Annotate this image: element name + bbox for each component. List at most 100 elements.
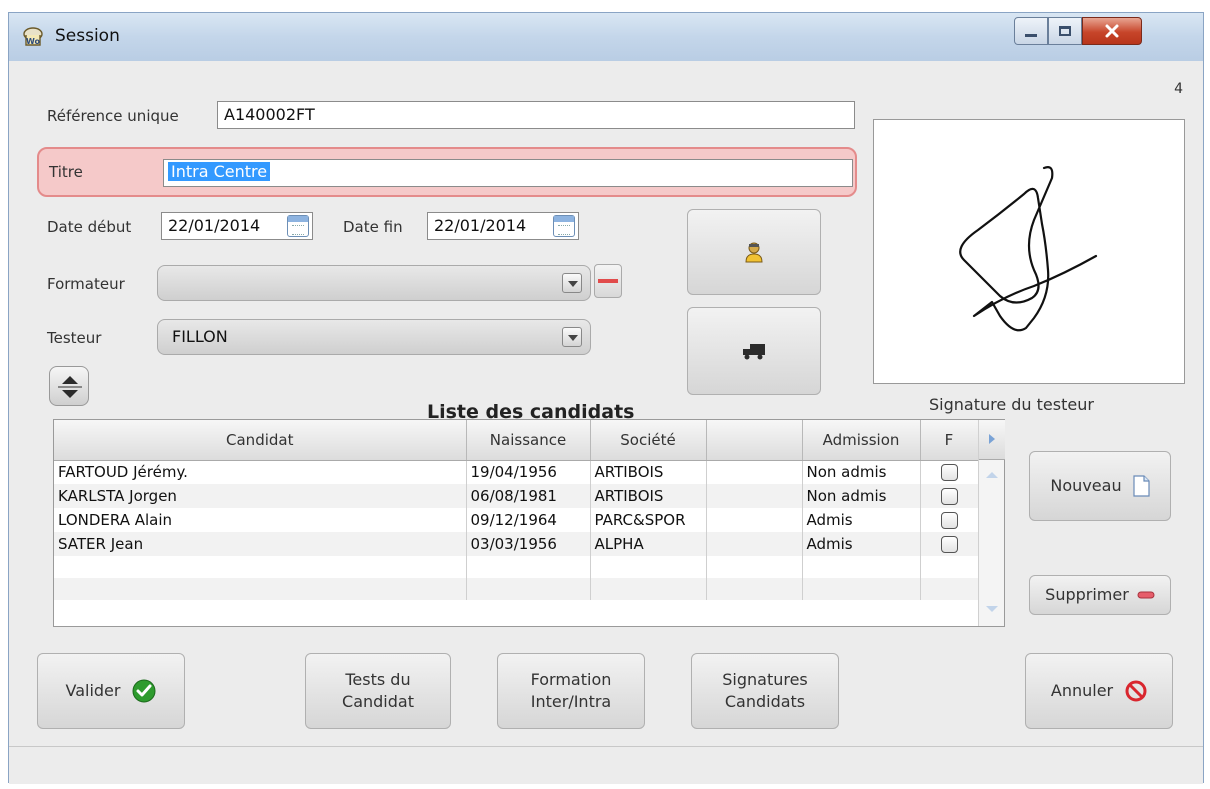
testeur-select[interactable]: FILLON [157,319,591,355]
date-fin-input[interactable]: 22/01/2014 [427,212,579,240]
person-button[interactable] [687,209,821,295]
signature-label: Signature du testeur [929,395,1094,414]
document-icon [1132,475,1150,497]
titre-label: Titre [49,163,83,181]
close-icon [1105,24,1119,38]
cell-f [920,508,979,532]
date-debut-label: Date début [47,218,132,236]
table-row[interactable]: KARLSTA Jorgen 06/08/1981 ARTIBOIS Non a… [54,484,979,508]
table-row-empty[interactable] [54,556,979,578]
tests-candidat-label-2: Candidat [342,692,414,711]
cell-naissance: 19/04/1956 [466,460,591,484]
cell-naissance: 06/08/1981 [466,484,591,508]
chevron-down-icon[interactable] [562,327,582,347]
maximize-button[interactable] [1048,17,1082,45]
record-counter: 4 [1174,81,1183,97]
column-header-naissance[interactable]: Naissance [466,420,591,461]
cell-societe: PARC&SPOR [590,508,707,532]
signatures-candidats-button[interactable]: Signatures Candidats [691,653,839,729]
tests-candidat-label-1: Tests du [345,670,411,690]
cell-naissance: 09/12/1964 [466,508,591,532]
sort-updown-icon [58,376,82,398]
check-icon [132,679,156,703]
cell-extra [706,460,803,484]
formateur-select[interactable] [157,265,591,301]
sort-updown-button[interactable] [49,366,89,406]
cell-admission: Admis [802,508,921,532]
minimize-icon [1025,33,1037,37]
cell-f [920,484,979,508]
f-checkbox[interactable] [940,488,958,505]
calendar-icon[interactable] [287,215,309,237]
date-fin-value: 22/01/2014 [434,216,527,235]
titre-selected-text: Intra Centre [168,162,271,181]
cell-f [920,460,979,484]
title-bar: Wo Session [9,13,1203,61]
formation-label-1: Formation [530,670,612,690]
table-row[interactable]: FARTOUD Jérémy. 19/04/1956 ARTIBOIS Non … [54,460,979,484]
ref-input[interactable]: A140002FT [217,101,855,129]
truck-icon [743,344,765,360]
session-app-icon: Wo [23,27,43,46]
cell-candidat: SATER Jean [54,532,467,556]
signature-canvas[interactable] [873,119,1185,384]
table-header-row: Candidat Naissance Société Admission F [54,420,979,461]
column-header-empty[interactable] [706,420,803,461]
nouveau-label: Nouveau [1050,476,1122,496]
cell-extra [706,484,803,508]
f-checkbox[interactable] [940,512,958,529]
annuler-button[interactable]: Annuler [1025,653,1173,729]
column-header-societe[interactable]: Société [590,420,707,461]
cell-extra [706,532,803,556]
cell-extra [706,508,803,532]
scroll-down-icon[interactable] [986,606,998,612]
tests-candidat-button[interactable]: Tests du Candidat [305,653,451,729]
cell-admission: Non admis [802,484,921,508]
form-area: 4 Référence unique A140002FT Titre Intra… [9,61,1203,784]
scroll-up-icon[interactable] [986,472,998,478]
status-bar [9,746,1203,784]
cell-f [920,532,979,556]
formation-button[interactable]: Formation Inter/Intra [497,653,645,729]
truck-button[interactable] [687,307,821,395]
signature-drawing [959,166,1098,332]
titre-input[interactable]: Intra Centre [163,159,853,187]
table-row[interactable]: LONDERA Alain 09/12/1964 PARC&SPOR Admis [54,508,979,532]
session-window: Wo Session 4 Référence unique A140002FT … [8,12,1204,784]
table-scrollbar[interactable] [978,420,1005,626]
table-row[interactable]: SATER Jean 03/03/1956 ALPHA Admis [54,532,979,556]
signatures-label-2: Candidats [724,692,806,711]
column-menu-icon[interactable] [979,420,1005,460]
close-button[interactable] [1082,17,1142,45]
table-row-empty[interactable] [54,578,979,600]
valider-button[interactable]: Valider [37,653,185,729]
candidates-table[interactable]: Candidat Naissance Société Admission F F… [53,419,1005,627]
date-fin-label: Date fin [343,218,403,236]
annuler-label: Annuler [1050,681,1114,701]
signatures-label-1: Signatures [722,670,808,690]
no-entry-icon [1125,680,1147,702]
formateur-label: Formateur [47,275,125,293]
date-debut-value: 22/01/2014 [168,216,261,235]
cell-candidat: KARLSTA Jorgen [54,484,467,508]
date-debut-input[interactable]: 22/01/2014 [161,212,313,240]
titre-row: Titre Intra Centre [37,147,857,197]
formation-label-2: Inter/Intra [530,692,612,711]
nouveau-button[interactable]: Nouveau [1029,451,1171,521]
cell-admission: Admis [802,532,921,556]
supprimer-button[interactable]: Supprimer [1029,575,1171,615]
column-header-admission[interactable]: Admission [802,420,921,461]
chevron-down-icon[interactable] [562,273,582,293]
person-icon [745,242,763,263]
cell-candidat: FARTOUD Jérémy. [54,460,467,484]
calendar-icon[interactable] [553,215,575,237]
column-header-candidat[interactable]: Candidat [54,420,467,461]
cell-societe: ALPHA [590,532,707,556]
f-checkbox[interactable] [940,464,958,482]
column-header-f[interactable]: F [920,420,979,461]
minimize-button[interactable] [1014,17,1048,45]
remove-formateur-button[interactable] [594,264,622,298]
cell-candidat: LONDERA Alain [54,508,467,532]
valider-label: Valider [65,681,121,701]
f-checkbox[interactable] [940,536,958,553]
